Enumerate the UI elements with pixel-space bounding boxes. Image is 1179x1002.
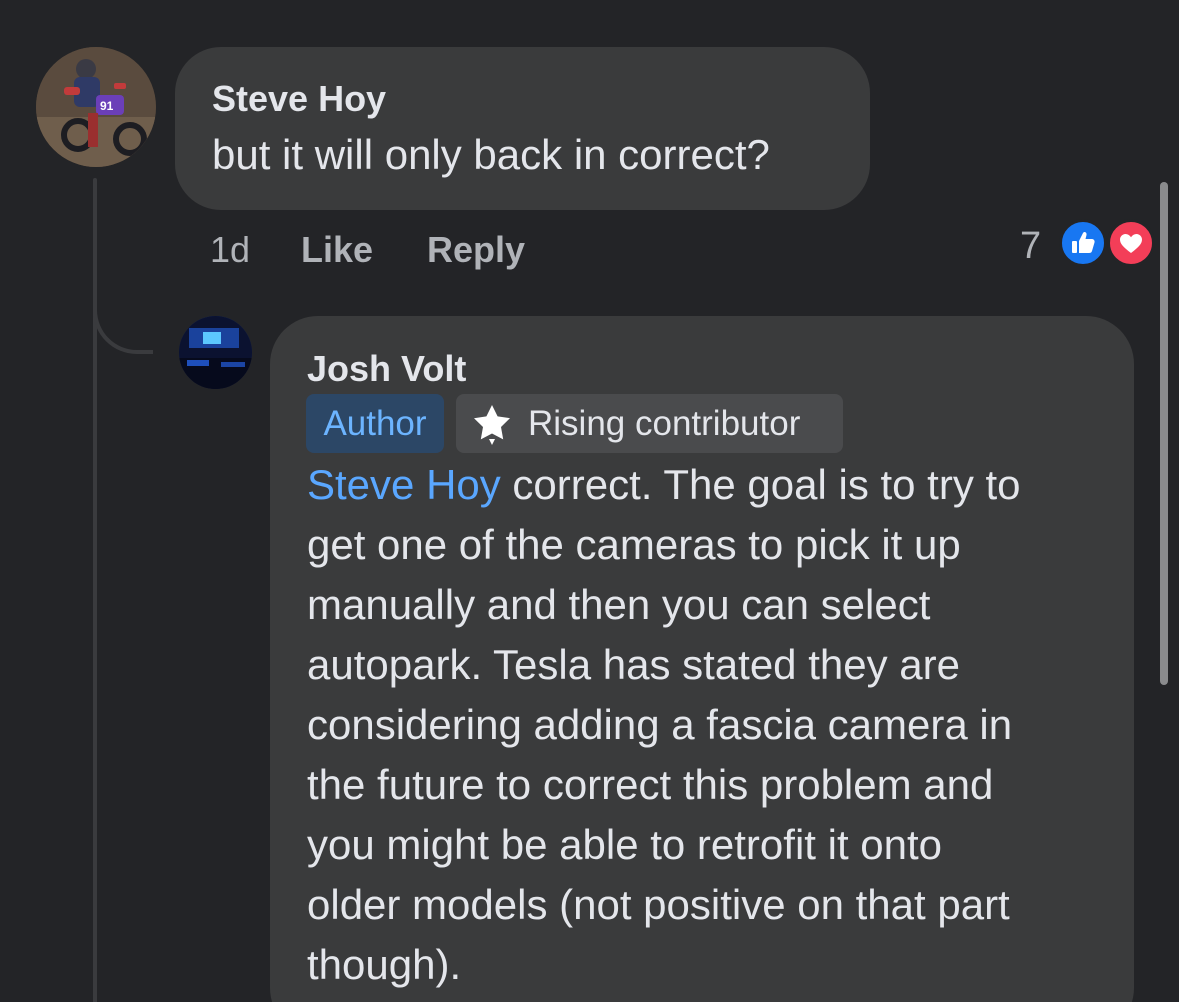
svg-text:91: 91 [100, 99, 114, 113]
author-badge: Author [306, 394, 444, 453]
scrollbar[interactable] [1160, 182, 1168, 685]
thumbs-up-icon [1072, 231, 1095, 253]
avatar[interactable]: 91 [36, 47, 156, 167]
reply-text-line: autopark. Tesla has stated they are [307, 641, 960, 688]
reply-author-name[interactable]: Josh Volt [307, 348, 466, 390]
reply-text-line: though). [307, 941, 462, 988]
reply-text-line: get one of the cameras to pick it up [307, 521, 961, 568]
rising-contributor-badge: Rising contributor [456, 394, 843, 453]
reply-text-line: you might be able to retrofit it onto [307, 821, 943, 868]
thread-connector-curve [93, 270, 153, 354]
avatar[interactable] [179, 316, 252, 389]
like-reaction-icon[interactable] [1059, 219, 1107, 267]
reply-text-line: the future to correct this problem and [307, 761, 994, 808]
mention-link[interactable]: Steve Hoy [307, 461, 501, 508]
love-reaction-icon[interactable] [1107, 219, 1155, 267]
comment-text: but it will only back in correct? [212, 131, 770, 178]
reply-text-line: older models (not positive on that part [307, 881, 1010, 928]
comment-timestamp[interactable]: 1d [210, 229, 250, 271]
heart-icon [1120, 234, 1142, 253]
reaction-count[interactable]: 7 [1020, 225, 1041, 268]
star-icon [474, 405, 510, 445]
like-button[interactable]: Like [301, 229, 373, 271]
comment-author-name[interactable]: Steve Hoy [212, 78, 386, 120]
avatar-motocross-image: 91 [36, 47, 156, 167]
reply-text-line: manually and then you can select [307, 581, 931, 628]
rising-contributor-label: Rising contributor [528, 404, 801, 443]
reply-button[interactable]: Reply [427, 229, 525, 271]
reply-text-line: Steve Hoy correct. The goal is to try to [307, 461, 1021, 508]
avatar-neon-room-image [179, 316, 252, 389]
reply-text-line: considering adding a fascia camera in [307, 701, 1013, 748]
reply-text: Steve Hoy correct. The goal is to try to… [307, 455, 1117, 995]
